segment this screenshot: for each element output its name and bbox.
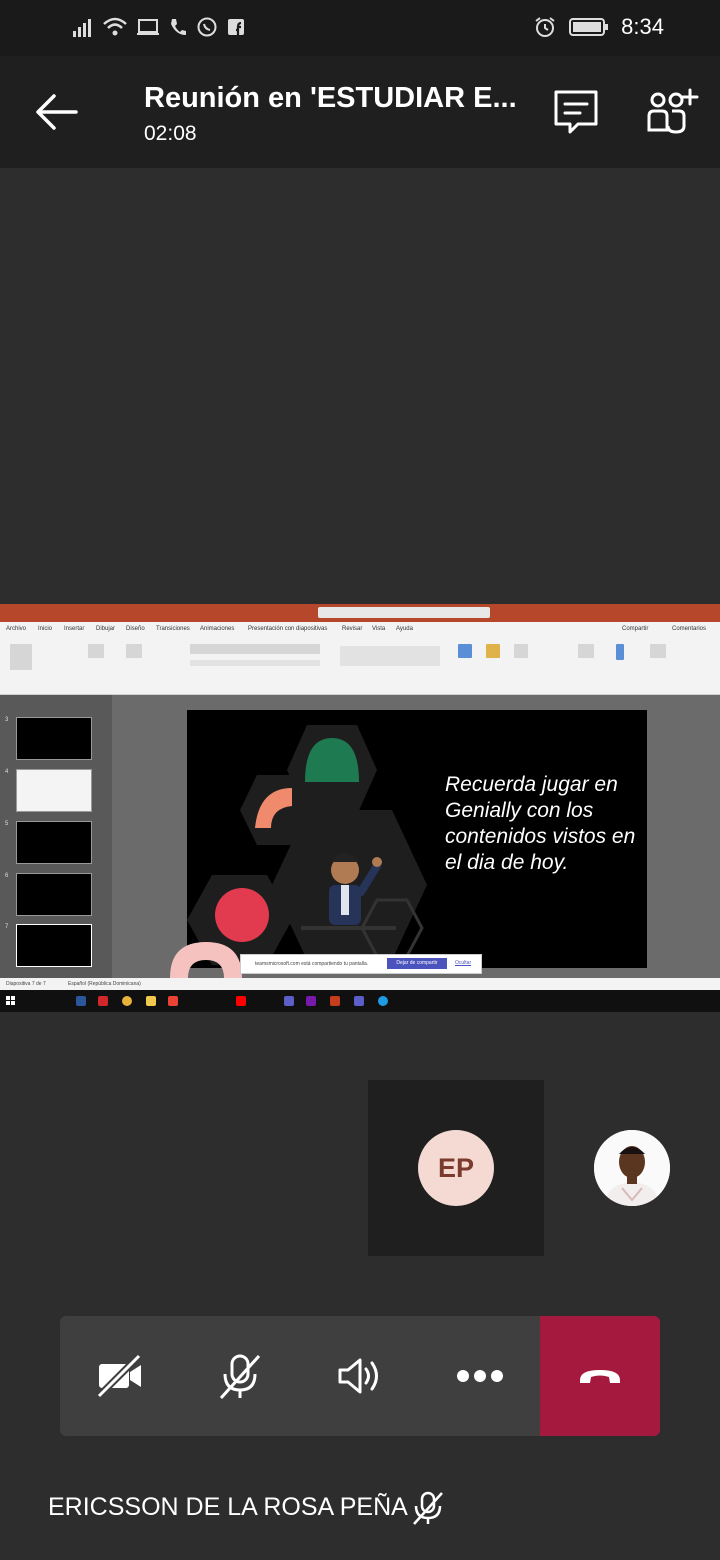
windows-start-icon	[6, 996, 15, 1005]
folder-taskbar-icon	[146, 996, 156, 1006]
phone-icon	[171, 19, 186, 35]
ppt-share-button: Compartir	[622, 626, 649, 632]
slide-text: Recuerda jugar en Genially con los conte…	[445, 773, 636, 874]
ppt-tab: Dibujar	[96, 626, 116, 632]
speaker-icon	[338, 1358, 378, 1394]
slide-pink-ring	[170, 942, 242, 978]
participant-avatar-initials: EP	[418, 1130, 494, 1206]
ppt-ribbon-tabs: Archivo Inicio Insertar Dibujar Diseño T…	[0, 622, 720, 636]
mic-toggle-button[interactable]	[180, 1316, 300, 1436]
slide-number: 6	[5, 873, 9, 879]
battery-icon	[569, 18, 609, 36]
ppt-search-box	[318, 607, 490, 618]
more-options-button[interactable]	[420, 1316, 540, 1436]
camera-off-icon	[96, 1354, 142, 1398]
person-photo-icon	[594, 1130, 670, 1206]
current-slide: Recuerda jugar en Genially con los conte…	[187, 710, 647, 968]
self-participant-name: ERICSSON DE LA ROSA PEÑA	[48, 1493, 408, 1521]
participant-tile[interactable]: EP	[368, 1080, 544, 1256]
gmail-taskbar-icon	[168, 996, 178, 1006]
slide-number: 5	[5, 821, 9, 827]
speaker-button[interactable]	[300, 1316, 420, 1436]
slide-thumbnail	[16, 717, 92, 760]
back-arrow-icon[interactable]	[30, 86, 82, 138]
ppt-tab: Transiciones	[156, 626, 190, 632]
powerpoint-taskbar-icon	[330, 996, 340, 1006]
ppt-status-bar: Diapositiva 7 de 7 Español (República Do…	[0, 978, 720, 990]
youtube-taskbar-icon	[236, 996, 246, 1006]
ppt-tab: Insertar	[64, 626, 85, 632]
self-video-avatar[interactable]	[594, 1130, 670, 1206]
muted-mic-icon	[413, 1491, 443, 1525]
ppt-tab: Revisar	[342, 626, 363, 632]
facebook-icon	[228, 19, 244, 35]
hang-up-button[interactable]	[540, 1316, 660, 1436]
windows-taskbar	[0, 990, 720, 1012]
slide-number: 3	[5, 717, 9, 723]
ppt-comments-button: Comentarios	[672, 626, 707, 632]
word-taskbar-icon	[76, 996, 86, 1006]
ppt-workspace: 3 4 5 6 7 Recuerda jugar en Genially con…	[0, 695, 720, 978]
sharing-message: teamsmicrosoft.com está compartiendo tu …	[255, 961, 369, 967]
slide-counter: Diapositiva 7 de 7	[6, 981, 46, 987]
ppt-tab: Presentación con diapositivas	[248, 626, 328, 632]
hang-up-phone-icon	[580, 1370, 620, 1383]
ppt-ribbon	[0, 636, 720, 695]
ppt-tab: Ayuda	[396, 626, 413, 632]
ppt-tab: Inicio	[38, 626, 53, 632]
slide-number: 7	[5, 924, 9, 930]
status-icons-right: 8:34	[533, 14, 664, 40]
teams-taskbar-icon-2	[354, 996, 364, 1006]
slide-number: 4	[5, 769, 9, 775]
laptop-icon	[137, 19, 159, 35]
call-controls-bar	[60, 1316, 660, 1436]
edge-taskbar-icon	[378, 996, 388, 1006]
shared-screen: Archivo Inicio Insertar Dibujar Diseño T…	[0, 604, 720, 1012]
slide-thumbnail	[16, 769, 92, 812]
teams-taskbar-icon	[284, 996, 294, 1006]
ppt-tab: Vista	[372, 626, 386, 632]
pdf-taskbar-icon	[98, 996, 108, 1006]
stop-sharing-button[interactable]: Dejar de compartir	[387, 958, 447, 969]
camera-toggle-button[interactable]	[60, 1316, 180, 1436]
ppt-tab: Archivo	[6, 626, 27, 632]
add-participants-icon[interactable]	[644, 86, 700, 138]
hide-banner-link[interactable]: Ocultar	[455, 960, 471, 966]
signal-icon	[73, 19, 91, 37]
chat-icon[interactable]	[550, 86, 602, 138]
slide-thumbnail	[16, 821, 92, 864]
ppt-title-bar	[0, 604, 720, 622]
alarm-icon	[535, 17, 555, 37]
meeting-duration: 02:08	[144, 122, 197, 145]
slide-thumbnail-current	[16, 924, 92, 967]
onenote-taskbar-icon	[306, 996, 316, 1006]
slide-thumbnail	[16, 873, 92, 916]
wifi-icon	[103, 17, 127, 36]
status-icons-left	[72, 16, 246, 38]
ppt-tab: Diseño	[126, 626, 145, 632]
status-bar: 8:34	[0, 0, 720, 56]
language-status: Español (República Dominicana)	[68, 981, 141, 987]
mic-off-icon	[219, 1354, 261, 1400]
whatsapp-icon	[197, 17, 217, 37]
screen-sharing-banner: teamsmicrosoft.com está compartiendo tu …	[240, 954, 482, 974]
more-dots-icon	[457, 1370, 503, 1382]
meeting-title: Reunión en 'ESTUDIAR E...	[144, 82, 517, 114]
meeting-header: Reunión en 'ESTUDIAR E... 02:08	[0, 56, 720, 168]
clock-time: 8:34	[621, 14, 664, 39]
chrome-taskbar-icon	[122, 996, 132, 1006]
ppt-tab: Animaciones	[200, 626, 235, 632]
slide-thumbnails: 3 4 5 6 7	[0, 695, 112, 978]
